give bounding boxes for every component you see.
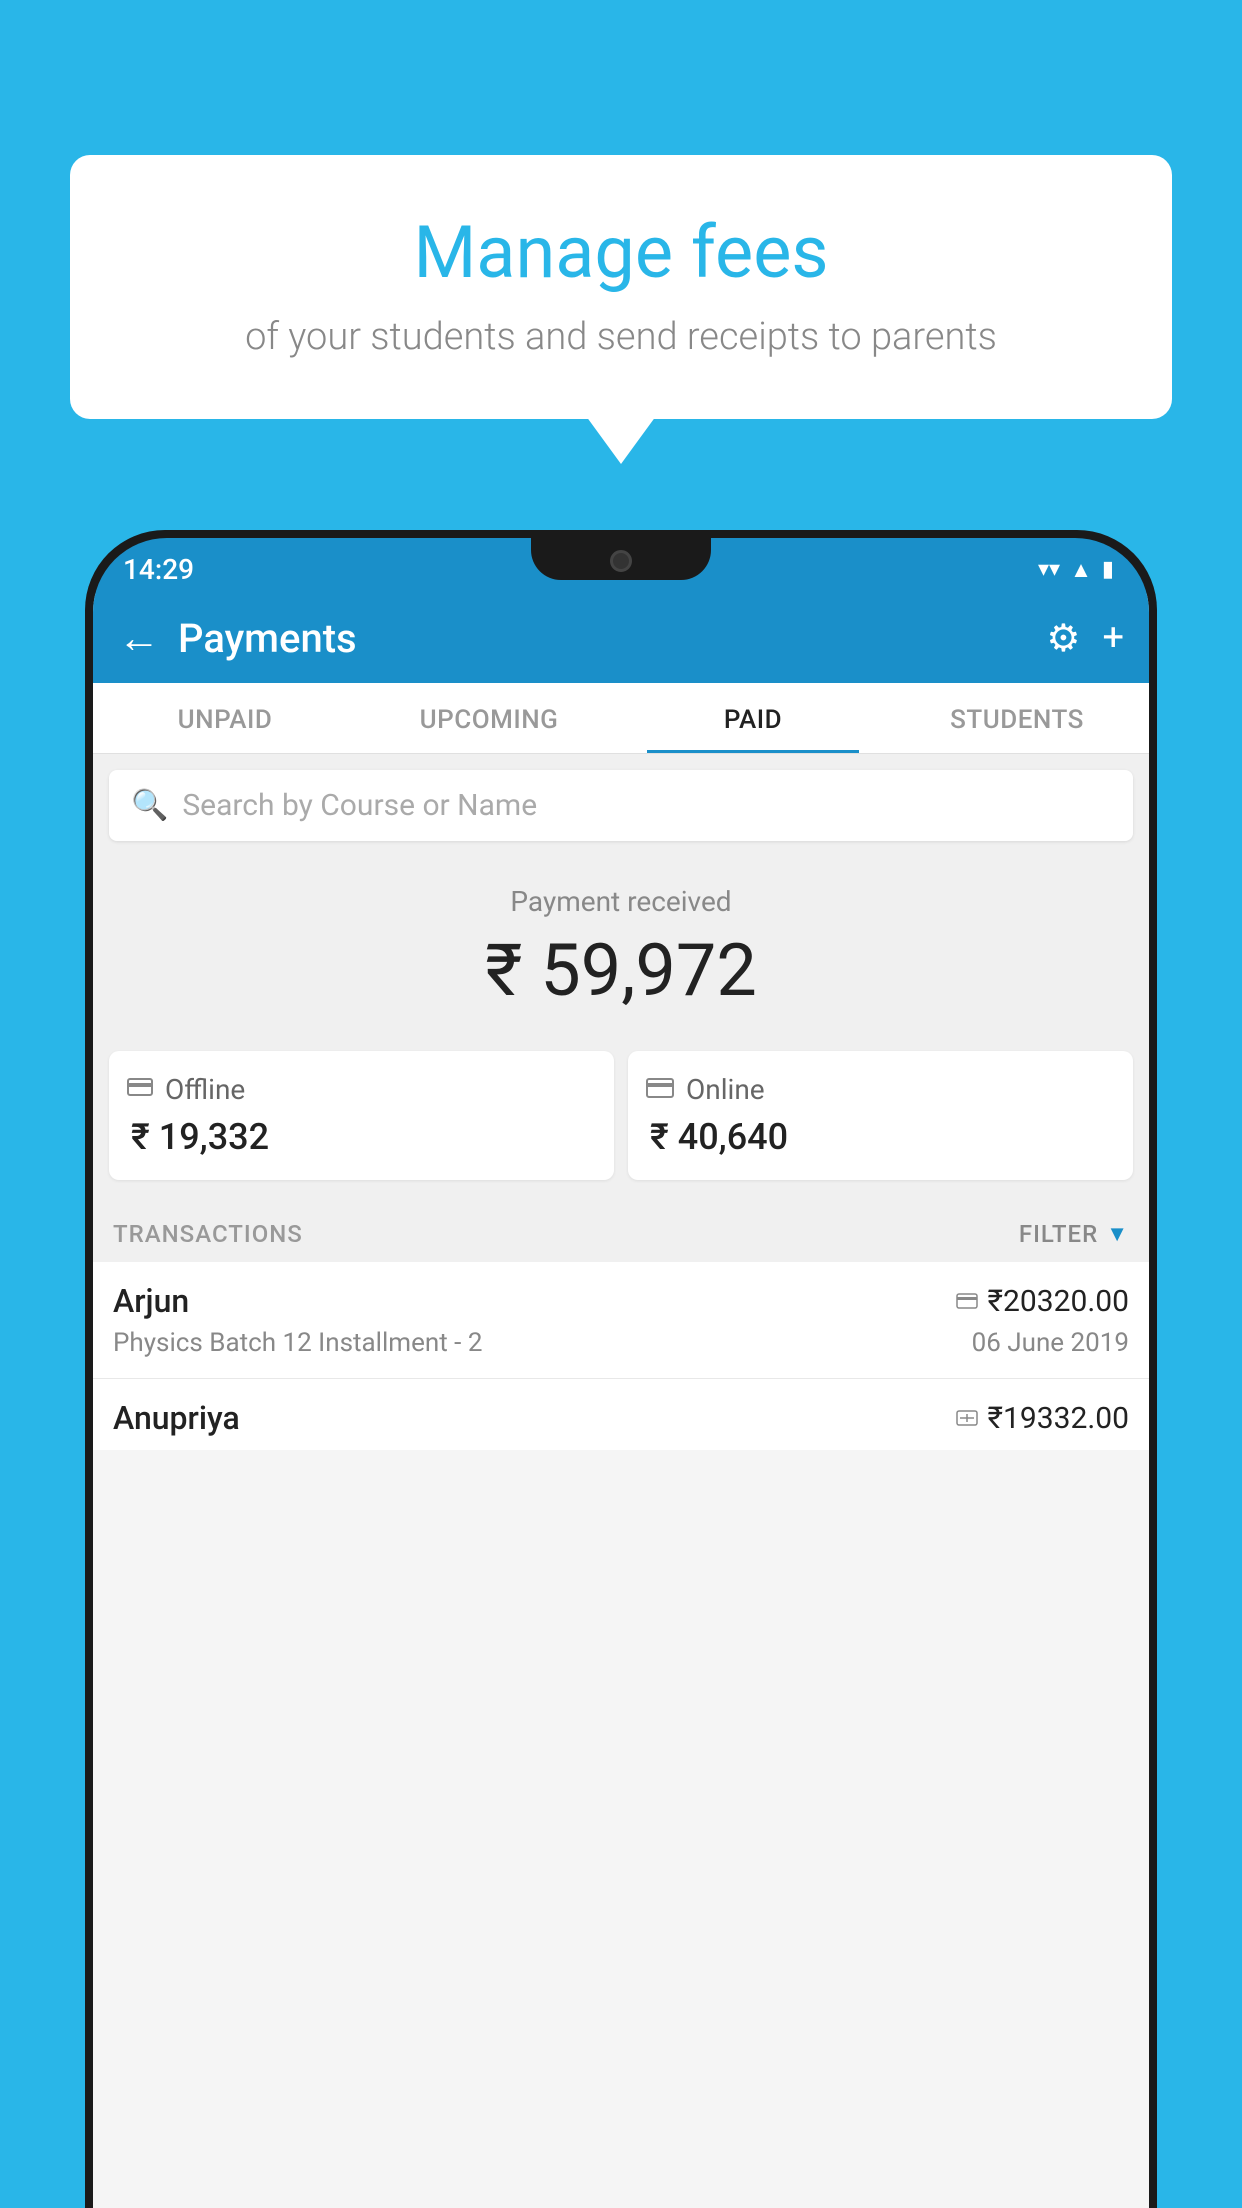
status-icons: ▾▾ ▲ ▮ (1038, 557, 1114, 583)
online-card: Online ₹ 40,640 (628, 1051, 1133, 1180)
wifi-icon: ▾▾ (1038, 557, 1060, 582)
speech-bubble-title: Manage fees (130, 210, 1112, 295)
filter-label: FILTER (1019, 1220, 1098, 1248)
tab-unpaid[interactable]: UNPAID (93, 683, 357, 753)
battery-icon: ▮ (1102, 557, 1114, 582)
payment-summary: Payment received ₹ 59,972 (93, 857, 1149, 1033)
offline-icon (127, 1075, 153, 1105)
tab-upcoming[interactable]: UPCOMING (357, 683, 621, 753)
transaction-date: 06 June 2019 (972, 1328, 1129, 1358)
filter-button[interactable]: FILTER ▼ (1019, 1220, 1129, 1248)
app-bar-icons: ⚙ + (1046, 616, 1124, 661)
phone-frame: 14:29 ▾▾ ▲ ▮ ← Payments ⚙ + UNPAID UPCO (85, 530, 1157, 2208)
transaction-name-2: Anupriya (113, 1399, 240, 1437)
phone-inner: 14:29 ▾▾ ▲ ▮ ← Payments ⚙ + UNPAID UPCO (93, 538, 1149, 2208)
search-icon: 🔍 (131, 788, 168, 823)
transaction-item-arjun[interactable]: Arjun ₹20320.00 Physics (93, 1262, 1149, 1379)
transaction-amount: ₹20320.00 (988, 1284, 1129, 1319)
transaction-item-anupriya[interactable]: Anupriya ₹19332.00 (93, 1379, 1149, 1450)
search-input[interactable]: Search by Course or Name (182, 788, 537, 823)
transaction-detail-row: Physics Batch 12 Installment - 2 06 June… (113, 1328, 1129, 1358)
tabs-bar: UNPAID UPCOMING PAID STUDENTS (93, 683, 1149, 754)
payment-cards: Offline ₹ 19,332 Online (93, 1033, 1149, 1202)
back-button[interactable]: ← (118, 614, 160, 663)
transactions-label: TRANSACTIONS (113, 1220, 303, 1248)
payment-amount: ₹ 59,972 (113, 928, 1129, 1013)
tab-students[interactable]: STUDENTS (885, 683, 1149, 753)
speech-bubble: Manage fees of your students and send re… (70, 155, 1172, 419)
signal-icon: ▲ (1070, 557, 1092, 583)
offline-card: Offline ₹ 19,332 (109, 1051, 614, 1180)
payment-type-icon-2 (956, 1404, 978, 1432)
online-icon (646, 1075, 674, 1105)
transaction-course: Physics Batch 12 Installment - 2 (113, 1328, 482, 1358)
filter-icon: ▼ (1106, 1221, 1129, 1247)
offline-card-header: Offline (127, 1073, 596, 1106)
payment-type-icon (956, 1287, 978, 1315)
transaction-row-top: Arjun ₹20320.00 (113, 1282, 1129, 1320)
payment-label: Payment received (113, 885, 1129, 918)
transaction-amount-2: ₹19332.00 (988, 1401, 1129, 1436)
offline-label: Offline (165, 1073, 245, 1106)
main-content: 🔍 Search by Course or Name Payment recei… (93, 754, 1149, 1450)
speech-bubble-subtitle: of your students and send receipts to pa… (130, 315, 1112, 359)
online-amount: ₹ 40,640 (646, 1116, 1115, 1158)
online-label: Online (686, 1073, 765, 1106)
speech-bubble-container: Manage fees of your students and send re… (70, 155, 1172, 419)
add-button[interactable]: + (1102, 616, 1124, 660)
transaction-name: Arjun (113, 1282, 189, 1320)
transaction-amount-wrap-2: ₹19332.00 (956, 1401, 1129, 1436)
offline-amount: ₹ 19,332 (127, 1116, 596, 1158)
settings-button[interactable]: ⚙ (1046, 616, 1080, 661)
transaction-amount-wrap: ₹20320.00 (956, 1284, 1129, 1319)
front-camera (610, 550, 632, 572)
search-bar[interactable]: 🔍 Search by Course or Name (109, 770, 1133, 841)
tab-paid[interactable]: PAID (621, 683, 885, 753)
status-time: 14:29 (123, 553, 194, 586)
transactions-header: TRANSACTIONS FILTER ▼ (93, 1202, 1149, 1262)
online-card-header: Online (646, 1073, 1115, 1106)
app-bar-title: Payments (178, 615, 1046, 662)
app-screen: ← Payments ⚙ + UNPAID UPCOMING PAID STUD… (93, 593, 1149, 2208)
phone-notch (531, 538, 711, 580)
transaction-row-top-2: Anupriya ₹19332.00 (113, 1399, 1129, 1437)
app-bar: ← Payments ⚙ + (93, 593, 1149, 683)
